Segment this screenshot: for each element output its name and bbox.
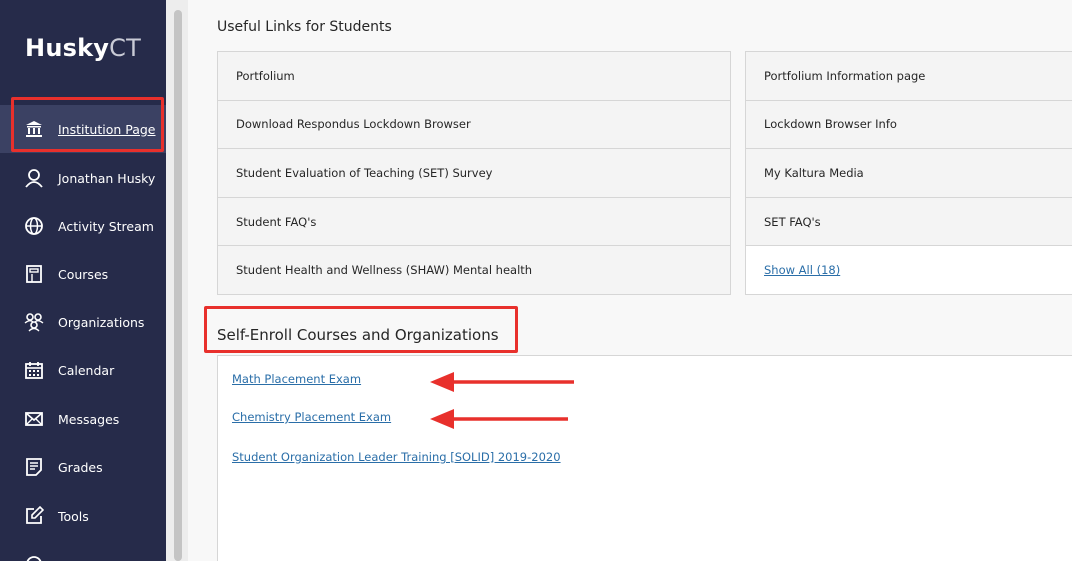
sidebar: HuskyCT Institution Page Jonathan Husky … [0, 0, 166, 561]
useful-link[interactable]: Lockdown Browser Info [745, 100, 1072, 150]
show-all-link[interactable]: Show All (18) [764, 263, 840, 277]
useful-link-label: My Kaltura Media [764, 165, 864, 180]
sidebar-item-partial[interactable] [0, 540, 166, 561]
sidebar-item-activity-stream[interactable]: Activity Stream [0, 202, 166, 250]
courses-icon [24, 264, 44, 284]
sidebar-item-tools[interactable]: Tools [0, 492, 166, 540]
sidebar-item-label: Courses [58, 266, 109, 282]
useful-link[interactable]: Student FAQ's [217, 197, 731, 247]
useful-link[interactable]: Student Health and Wellness (SHAW) Menta… [217, 246, 731, 295]
tools-icon [24, 506, 44, 526]
useful-links-right-column: Portfolium Information page Lockdown Bro… [745, 51, 1072, 295]
show-all-cell: Show All (18) [745, 246, 1072, 295]
useful-link[interactable]: Student Evaluation of Teaching (SET) Sur… [217, 149, 731, 198]
main-content: Useful Links for Students Portfolium Dow… [188, 0, 1072, 561]
calendar-icon [24, 360, 44, 380]
solid-training-link[interactable]: Student Organization Leader Training [SO… [232, 450, 561, 464]
arrow-chemistry-placement [430, 409, 568, 429]
globe-icon [24, 216, 44, 236]
sidebar-item-jonathan-husky[interactable]: Jonathan Husky [0, 154, 166, 202]
huskyct-logo[interactable]: HuskyCT [0, 34, 166, 62]
partial-icon [24, 554, 44, 561]
annotation-box-institution-page [11, 97, 164, 152]
useful-link[interactable]: Download Respondus Lockdown Browser [217, 100, 731, 150]
sidebar-item-label: Activity Stream [58, 218, 154, 234]
logo-text-bold: Husky [25, 34, 110, 62]
user-icon [24, 168, 44, 188]
self-enroll-panel: Math Placement Exam Chemistry Placement … [217, 355, 1072, 561]
useful-links-title: Useful Links for Students [217, 19, 392, 35]
sidebar-item-label: Jonathan Husky [58, 170, 156, 186]
sidebar-item-label: Grades [58, 459, 103, 475]
sidebar-item-calendar[interactable]: Calendar [0, 346, 166, 394]
useful-link-label: Student Health and Wellness (SHAW) Menta… [236, 263, 533, 278]
useful-link[interactable]: My Kaltura Media [745, 149, 1072, 198]
envelope-icon [24, 409, 44, 429]
useful-link[interactable]: SET FAQ's [745, 197, 1072, 247]
arrow-math-placement [430, 372, 574, 392]
chemistry-placement-exam-link[interactable]: Chemistry Placement Exam [232, 410, 391, 424]
useful-link-label: SET FAQ's [764, 214, 821, 229]
math-placement-exam-link[interactable]: Math Placement Exam [232, 372, 361, 386]
sidebar-item-label: Messages [58, 411, 120, 427]
organizations-icon [24, 312, 44, 332]
useful-link-label: Portfolium Information page [764, 68, 926, 83]
useful-link[interactable]: Portfolium [217, 52, 731, 101]
sidebar-item-label: Calendar [58, 362, 115, 378]
grades-icon [24, 457, 44, 477]
sidebar-item-messages[interactable]: Messages [0, 395, 166, 443]
sidebar-item-label: Tools [58, 508, 89, 524]
useful-link-label: Student Evaluation of Teaching (SET) Sur… [236, 165, 493, 180]
useful-links-left-column: Portfolium Download Respondus Lockdown B… [217, 51, 731, 295]
useful-link-label: Download Respondus Lockdown Browser [236, 117, 471, 132]
sidebar-item-label: Organizations [58, 314, 145, 330]
sidebar-item-courses[interactable]: Courses [0, 250, 166, 298]
sidebar-item-grades[interactable]: Grades [0, 443, 166, 491]
logo-text-light: CT [109, 34, 141, 62]
sidebar-item-organizations[interactable]: Organizations [0, 298, 166, 346]
useful-link-label: Lockdown Browser Info [764, 117, 897, 132]
annotation-arrows [430, 372, 574, 429]
annotation-box-self-enroll-title [204, 306, 518, 353]
useful-link[interactable]: Portfolium Information page [745, 52, 1072, 101]
useful-link-label: Portfolium [236, 68, 295, 83]
sidebar-scrollbar-thumb[interactable] [174, 10, 182, 561]
useful-link-label: Student FAQ's [236, 214, 317, 229]
